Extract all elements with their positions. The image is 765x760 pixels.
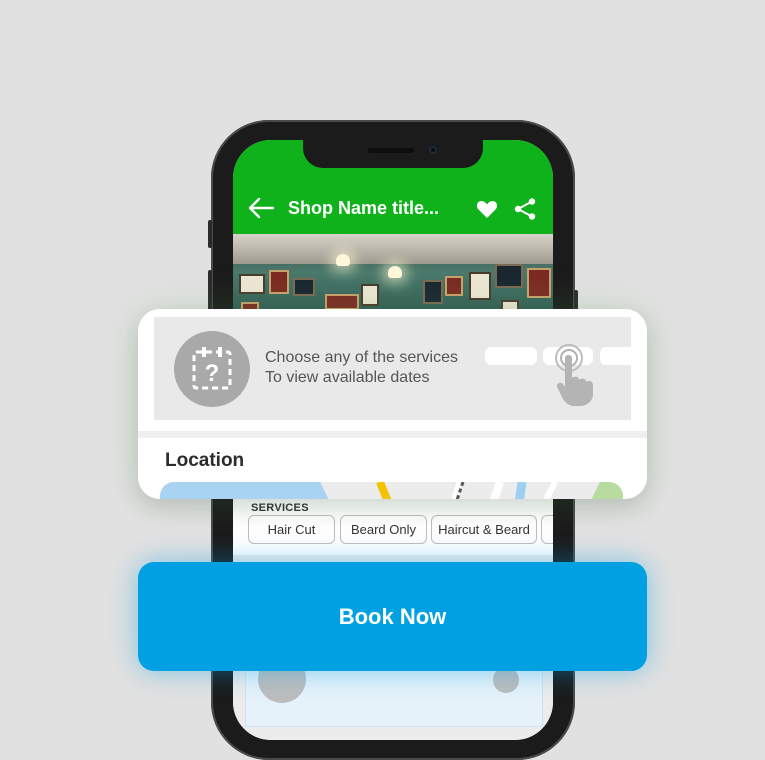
hero-wall-frame [361,284,379,306]
shop-title: Shop Name title... [288,198,440,218]
hero-wall-frame [445,276,463,296]
hint-line-2: To view available dates [265,369,430,386]
services-label: SERVICES [251,502,309,514]
hero-lamp [336,254,350,266]
tap-hand-icon [555,344,593,406]
select-service-hint: Choose any of the services To view avail… [265,348,458,388]
hero-lamp [388,266,402,278]
date-slot [600,347,640,365]
availability-card: ? Choose any of the services To view ava… [138,309,647,499]
hero-wall-frame [527,268,551,298]
calendar-question-icon: ? [192,347,232,390]
service-chip-hair-cut[interactable]: Hair Cut [248,515,335,544]
hero-wall-frame [325,294,359,310]
phone-mute-switch [208,220,212,248]
hero-wall-frame [293,278,315,296]
service-chip-more[interactable] [541,515,553,544]
calendar-icon-circle: ? [174,331,250,407]
hero-wall-frame [469,272,491,300]
phone-notch [303,140,483,168]
book-now-button[interactable]: Book Now [138,562,647,671]
location-map[interactable] [160,482,623,499]
hero-wall-frame [269,270,289,294]
hero-wall-frame [239,274,265,294]
location-heading: Location [165,450,245,471]
hero-wall-frame [495,264,523,288]
heart-icon[interactable] [475,198,499,220]
back-arrow-icon[interactable] [247,196,275,220]
svg-text:?: ? [205,360,220,387]
date-slot [485,347,537,365]
hint-line-1: Choose any of the services [265,349,458,366]
card-divider [138,431,647,438]
hero-ceiling [233,234,553,264]
hero-wall-frame [423,280,443,304]
service-chip-haircut-beard[interactable]: Haircut & Beard [431,515,537,544]
service-chip-beard-only[interactable]: Beard Only [340,515,427,544]
speaker-grille [368,148,414,153]
front-camera [429,146,437,154]
services-section: SERVICES Hair Cut Beard Only Haircut & B… [233,490,553,550]
share-icon[interactable] [513,197,537,221]
